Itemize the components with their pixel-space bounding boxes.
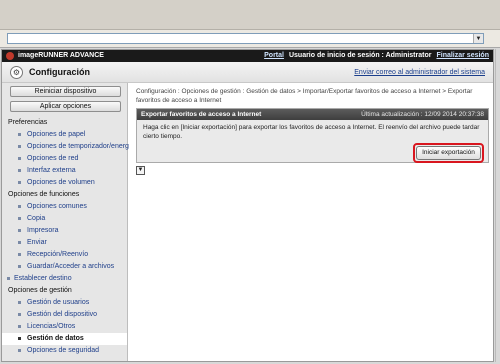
sidebar-item[interactable]: Opciones comunes xyxy=(2,201,127,213)
address-field[interactable]: ▼ xyxy=(7,33,484,44)
page-header: ⚙ Configuración Enviar correo al adminis… xyxy=(2,62,493,83)
restart-device-button[interactable]: Reiniciar dispositivo xyxy=(10,86,121,97)
sidebar-item[interactable]: Recepción/Reenvío xyxy=(2,249,127,261)
sidebar-item: Opciones de funciones xyxy=(8,191,80,198)
browser-toolbar xyxy=(0,0,500,30)
sidebar-item[interactable]: Establecer destino xyxy=(2,273,127,285)
sidebar-item: Opciones de gestión xyxy=(8,287,72,294)
sidebar-item[interactable]: Licencias/Otros xyxy=(2,321,127,333)
sidebar-item[interactable]: Opciones de volumen xyxy=(2,177,127,189)
logout-link[interactable]: Finalizar sesión xyxy=(436,52,489,59)
sidebar-item[interactable]: Gestión de usuarios xyxy=(2,297,127,309)
start-export-button[interactable]: Iniciar exportación xyxy=(416,146,481,160)
page-bottom-icon[interactable]: ▼ xyxy=(136,166,145,175)
sidebar-item[interactable]: Enviar xyxy=(2,237,127,249)
address-bar-row: ▼ xyxy=(0,30,500,48)
panel-header: Exportar favoritos de acceso a Internet … xyxy=(137,109,488,120)
sidebar-item[interactable]: Gestión del dispositivo xyxy=(2,309,127,321)
sidebar-item[interactable]: Guardar/Acceder a archivos xyxy=(2,261,127,273)
sidebar-item[interactable]: Copia xyxy=(2,213,127,225)
breadcrumb: Configuración : Opciones de gestión : Ge… xyxy=(136,88,473,104)
sidebar: Reiniciar dispositivo Aplicar opciones P… xyxy=(2,83,135,361)
gear-icon: ⚙ xyxy=(10,66,23,79)
brand-bar: imageRUNNER ADVANCE Portal Usuario de in… xyxy=(2,50,493,62)
sidebar-item[interactable]: Impresora xyxy=(2,225,127,237)
sidebar-item[interactable]: Opciones de papel xyxy=(2,129,127,141)
canon-logo-icon xyxy=(6,52,14,60)
remote-ui-page: imageRUNNER ADVANCE Portal Usuario de in… xyxy=(1,49,494,362)
portal-link[interactable]: Portal xyxy=(264,52,284,59)
sidebar-item: Preferencias xyxy=(8,119,48,126)
last-update-label: Última actualización : 12/09 2014 20:37:… xyxy=(361,111,484,118)
vertical-scrollbar[interactable] xyxy=(495,49,500,362)
sidebar-item[interactable]: Opciones de temporizador/energía xyxy=(2,141,135,153)
chevron-down-icon[interactable]: ▼ xyxy=(473,34,483,43)
product-name: imageRUNNER ADVANCE xyxy=(18,52,104,59)
panel-title: Exportar favoritos de acceso a Internet xyxy=(141,111,262,118)
sidebar-item[interactable]: Interfaz externa xyxy=(2,165,127,177)
page-title: Configuración xyxy=(29,67,90,77)
panel-description: Haga clic en [Iniciar exportación] para … xyxy=(143,124,480,140)
send-email-admin-link[interactable]: Enviar correo al administrador del siste… xyxy=(354,69,485,76)
sidebar-item[interactable]: Gestión de datos xyxy=(2,333,127,345)
sidebar-item[interactable]: Opciones de seguridad xyxy=(2,345,127,357)
export-panel: Exportar favoritos de acceso a Internet … xyxy=(136,108,489,163)
sidebar-item[interactable]: Opciones de red xyxy=(2,153,127,165)
apply-settings-button[interactable]: Aplicar opciones xyxy=(10,101,121,112)
main-content: Configuración : Opciones de gestión : Ge… xyxy=(129,83,493,361)
login-user-label: Usuario de inicio de sesión : Administra… xyxy=(288,52,432,59)
sidebar-menu: Preferencias Opciones de papel Opciones de… xyxy=(2,117,135,357)
